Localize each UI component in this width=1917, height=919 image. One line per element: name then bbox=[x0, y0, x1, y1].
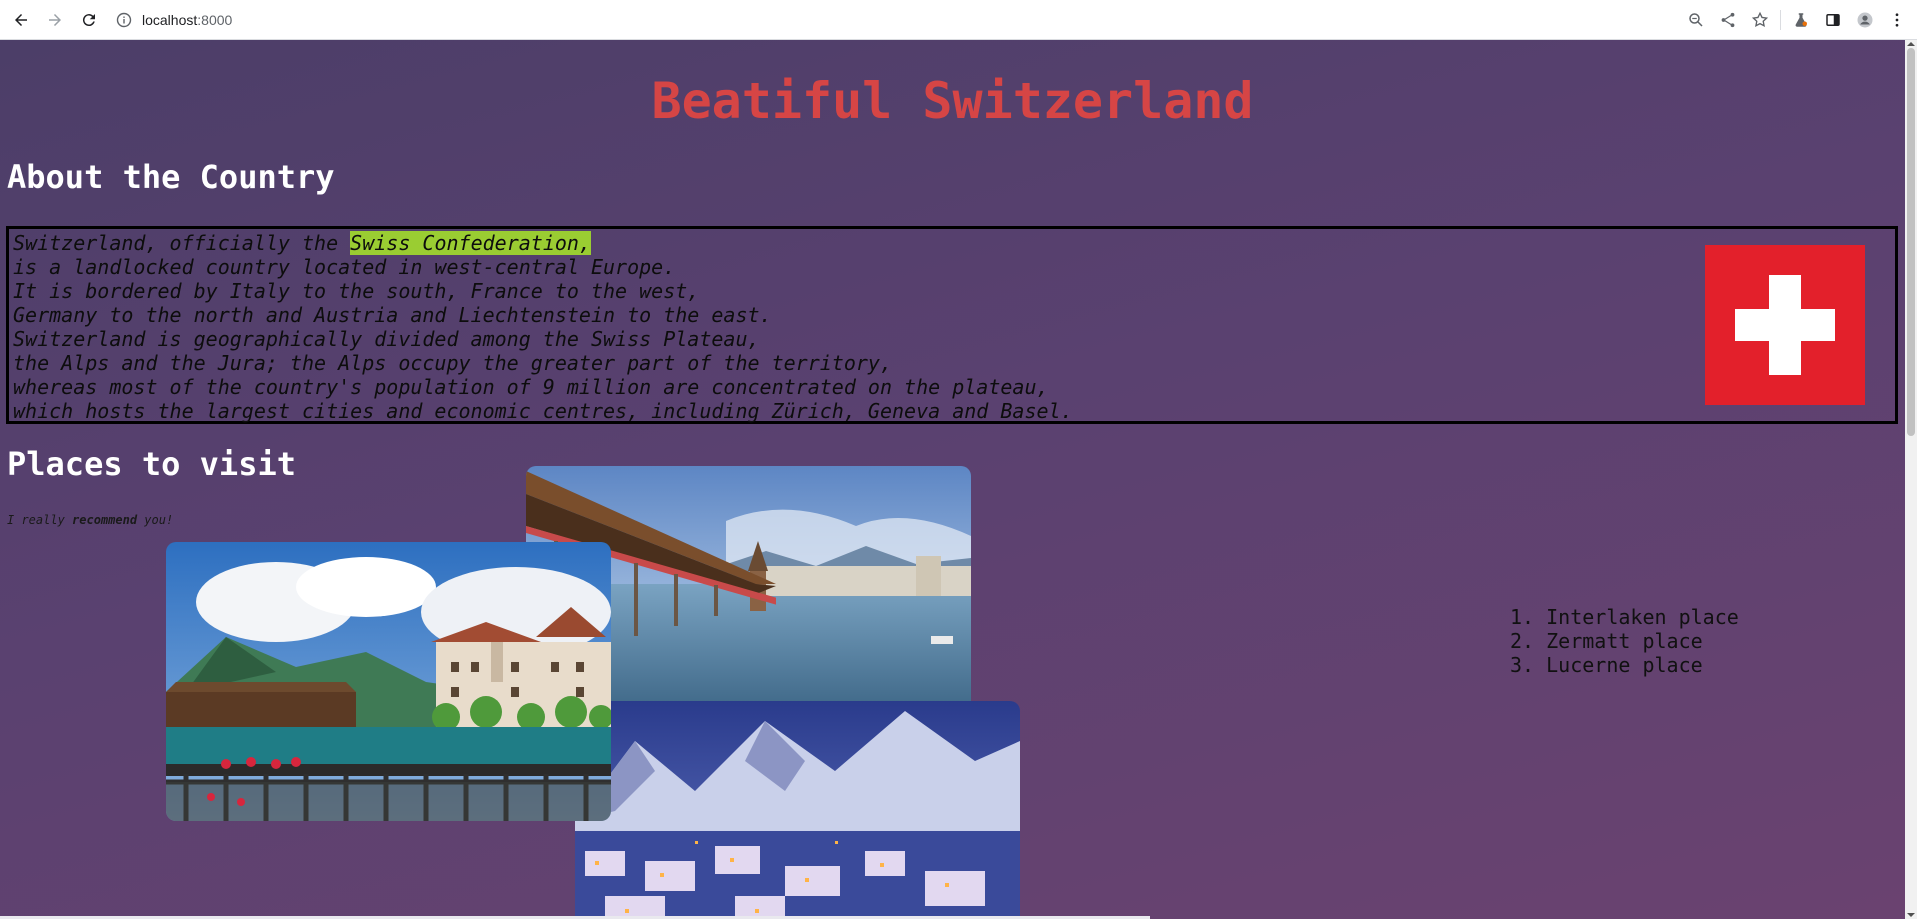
bookmark-button[interactable] bbox=[1744, 4, 1776, 36]
list-item: 3. Lucerne place bbox=[1510, 653, 1703, 677]
scrollbar-thumb[interactable] bbox=[1907, 48, 1915, 436]
scroll-down-arrow[interactable] bbox=[1907, 913, 1915, 917]
side-panel-button[interactable] bbox=[1817, 4, 1849, 36]
reload-button[interactable] bbox=[74, 5, 104, 35]
about-line: is a landlocked country located in west-… bbox=[13, 255, 676, 279]
list-item: 2. Zermatt place bbox=[1510, 629, 1703, 653]
zermatt-photo bbox=[575, 701, 1020, 919]
profile-avatar-icon bbox=[1857, 12, 1873, 28]
menu-kebab-icon bbox=[1895, 13, 1899, 27]
page-scrollbar[interactable] bbox=[1905, 40, 1917, 919]
profile-button[interactable] bbox=[1849, 4, 1881, 36]
share-icon bbox=[1721, 12, 1735, 28]
page-title: Beatiful Switzerland bbox=[651, 72, 1254, 130]
share-button[interactable] bbox=[1712, 4, 1744, 36]
places-list: 1. Interlaken place 2. Zermatt place 3. … bbox=[1510, 605, 1739, 677]
extensions-flask-icon bbox=[1795, 13, 1807, 27]
about-line: Germany to the north and Austria and Lie… bbox=[13, 303, 772, 327]
side-panel-icon bbox=[1826, 14, 1840, 26]
about-heading: About the Country bbox=[7, 158, 335, 196]
bookmark-star-icon bbox=[1751, 11, 1769, 28]
scroll-up-arrow[interactable] bbox=[1907, 42, 1915, 46]
places-heading: Places to visit bbox=[7, 445, 296, 483]
about-line-1-text: Switzerland, officially the bbox=[13, 231, 351, 255]
forward-arrow-icon bbox=[49, 13, 61, 26]
about-line: the Alps and the Jura; the Alps occupy t… bbox=[13, 351, 892, 375]
extensions-button[interactable] bbox=[1785, 4, 1817, 36]
browser-toolbar: localhost:8000 bbox=[0, 0, 1917, 40]
url-port: :8000 bbox=[197, 12, 233, 28]
interlaken-photo bbox=[166, 542, 611, 821]
note-bold-word: recommend bbox=[72, 513, 138, 527]
about-paragraph: Switzerland, officially the Swiss Confed… bbox=[13, 231, 1073, 423]
about-line: which hosts the largest cities and econo… bbox=[13, 399, 1073, 423]
about-line: It is bordered by Italy to the south, Fr… bbox=[13, 279, 700, 303]
about-section: Switzerland, officially the Swiss Confed… bbox=[6, 226, 1898, 424]
note-text-before: I really bbox=[7, 513, 73, 527]
toolbar-separator bbox=[1780, 10, 1781, 30]
about-line: Switzerland is geographically divided am… bbox=[13, 327, 760, 351]
address-bar[interactable]: localhost:8000 bbox=[110, 5, 1680, 35]
flag-cross-horizontal bbox=[1735, 309, 1835, 341]
back-button[interactable] bbox=[6, 5, 36, 35]
recommend-note: I really recommend you! bbox=[7, 513, 173, 527]
swiss-flag-image bbox=[1705, 245, 1865, 405]
back-arrow-icon bbox=[15, 13, 27, 26]
reload-icon bbox=[82, 13, 95, 26]
zoom-icon bbox=[1689, 13, 1703, 27]
note-text-after: you! bbox=[137, 513, 174, 527]
zoom-button[interactable] bbox=[1680, 4, 1712, 36]
list-item: 1. Interlaken place bbox=[1510, 605, 1739, 629]
url-host: localhost bbox=[142, 12, 198, 28]
interlaken-lake-image bbox=[166, 542, 611, 821]
forward-button[interactable] bbox=[40, 5, 70, 35]
page-viewport: Beatiful Switzerland About the Country S… bbox=[0, 40, 1905, 919]
highlighted-text: Swiss Confederation, bbox=[350, 231, 591, 255]
site-info-icon[interactable] bbox=[116, 12, 132, 28]
browser-menu-button[interactable] bbox=[1881, 4, 1913, 36]
about-line: whereas most of the country's population… bbox=[13, 375, 1049, 399]
zermatt-village-image bbox=[575, 701, 1020, 919]
